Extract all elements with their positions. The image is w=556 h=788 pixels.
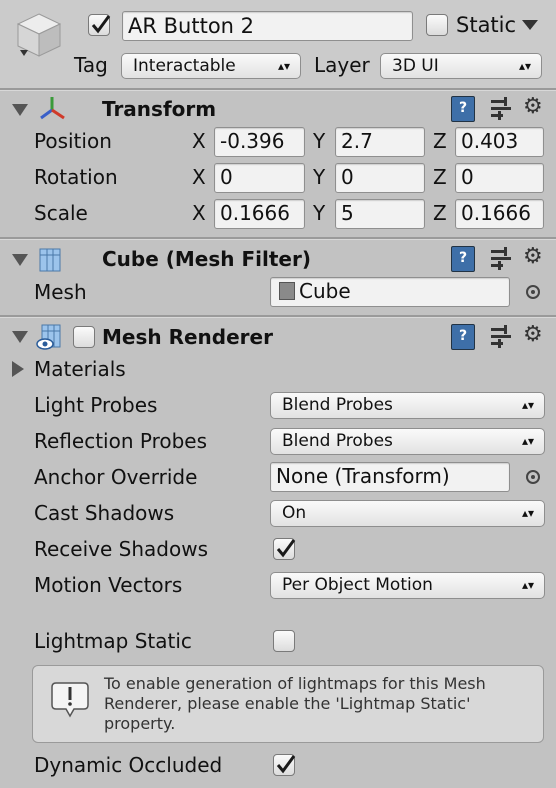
layer-label: Layer: [314, 53, 370, 77]
scale-x-field[interactable]: 0.1666: [214, 199, 305, 229]
object-name-input[interactable]: AR Button 2: [122, 11, 413, 41]
rotation-x-axis-label[interactable]: X: [192, 165, 206, 189]
scale-z-field[interactable]: 0.1666: [455, 199, 544, 229]
updown-arrow-icon: ▴▾: [518, 59, 531, 73]
help-text-line-2: Renderer, please enable the 'Lightmap St…: [104, 694, 471, 713]
updown-arrow-icon: ▴▾: [521, 506, 534, 520]
rotation-x-field[interactable]: 0: [214, 163, 305, 193]
lightmap-help-box: To enable generation of lightmaps for th…: [32, 665, 544, 743]
lightmap-static-label: Lightmap Static: [34, 629, 192, 653]
scale-z-axis-label[interactable]: Z: [433, 201, 447, 225]
updown-arrow-icon: ▴▾: [277, 59, 290, 73]
cast-shadows-label: Cast Shadows: [34, 501, 175, 525]
dynamic-occluded-checkbox[interactable]: [273, 754, 296, 776]
mesh-renderer-title: Mesh Renderer: [102, 325, 273, 349]
tag-value: Interactable: [133, 56, 236, 76]
divider: [0, 237, 556, 240]
divider: [0, 315, 556, 318]
mesh-renderer-icon: [36, 323, 66, 351]
layer-dropdown[interactable]: 3D UI ▴▾: [380, 53, 542, 79]
mesh-filter-title: Cube (Mesh Filter): [102, 247, 311, 271]
reflection-probes-dropdown[interactable]: Blend Probes ▴▾: [270, 428, 545, 455]
materials-foldout-arrow-icon[interactable]: [12, 361, 24, 377]
light-probes-value: Blend Probes: [282, 395, 393, 415]
position-x-field[interactable]: -0.396: [214, 127, 305, 157]
scale-label: Scale: [34, 201, 88, 225]
help-book-icon[interactable]: ?: [451, 246, 475, 272]
settings-gear-icon[interactable]: ⚙: [523, 94, 543, 120]
mesh-object-field[interactable]: Cube: [270, 277, 510, 307]
anchor-override-field[interactable]: None (Transform): [270, 462, 510, 492]
mesh-renderer-enabled-checkbox[interactable]: [73, 326, 95, 348]
settings-gear-icon[interactable]: ⚙: [523, 244, 543, 270]
rotation-y-axis-label[interactable]: Y: [313, 165, 325, 189]
position-z-axis-label[interactable]: Z: [433, 129, 447, 153]
preset-sliders-icon[interactable]: [489, 96, 513, 120]
help-book-icon[interactable]: ?: [451, 96, 475, 122]
tag-dropdown[interactable]: Interactable ▴▾: [121, 53, 301, 79]
position-x-axis-label[interactable]: X: [192, 129, 206, 153]
info-exclamation-icon: [48, 679, 92, 719]
preset-sliders-icon[interactable]: [489, 246, 513, 270]
position-y-axis-label[interactable]: Y: [313, 129, 325, 153]
position-label: Position: [34, 129, 112, 153]
receive-shadows-checkbox[interactable]: [273, 538, 296, 560]
cast-shadows-dropdown[interactable]: On ▴▾: [270, 500, 545, 527]
rotation-z-axis-label[interactable]: Z: [433, 165, 447, 189]
object-picker-icon[interactable]: [526, 470, 540, 484]
transform-axes-icon: [38, 94, 66, 122]
motion-vectors-dropdown[interactable]: Per Object Motion ▴▾: [270, 572, 545, 599]
reflection-probes-value: Blend Probes: [282, 431, 393, 451]
scale-y-field[interactable]: 5: [335, 199, 425, 229]
mesh-label: Mesh: [34, 280, 87, 304]
active-checkbox[interactable]: [88, 14, 111, 36]
static-label: Static: [456, 13, 517, 37]
rotation-z-field[interactable]: 0: [455, 163, 544, 193]
updown-arrow-icon: ▴▾: [521, 578, 534, 592]
divider: [0, 88, 556, 91]
help-book-icon[interactable]: ?: [451, 324, 475, 350]
help-text-line-3: property.: [104, 714, 176, 733]
gameobject-cube-icon: [16, 12, 62, 58]
light-probes-label: Light Probes: [34, 393, 158, 417]
cast-shadows-value: On: [282, 503, 307, 523]
scale-x-axis-label[interactable]: X: [192, 201, 206, 225]
static-checkbox[interactable]: [426, 14, 448, 36]
dynamic-occluded-label: Dynamic Occluded: [34, 753, 223, 777]
rotation-y-field[interactable]: 0: [335, 163, 425, 193]
motion-vectors-value: Per Object Motion: [282, 575, 433, 595]
tag-label: Tag: [74, 53, 108, 77]
settings-gear-icon[interactable]: ⚙: [523, 322, 543, 348]
mesh-filter-icon: [38, 247, 62, 273]
preset-sliders-icon[interactable]: [489, 324, 513, 348]
rotation-label: Rotation: [34, 165, 118, 189]
object-picker-icon[interactable]: [526, 285, 540, 299]
help-text-line-1: To enable generation of lightmaps for th…: [104, 674, 486, 693]
materials-label[interactable]: Materials: [34, 357, 126, 381]
mesh-renderer-foldout-arrow-icon[interactable]: [12, 331, 28, 343]
transform-foldout-arrow-icon[interactable]: [12, 104, 28, 116]
reflection-probes-label: Reflection Probes: [34, 429, 208, 453]
mesh-filter-foldout-arrow-icon[interactable]: [12, 254, 28, 266]
scale-y-axis-label[interactable]: Y: [313, 201, 325, 225]
static-dropdown-arrow-icon[interactable]: [522, 20, 538, 30]
motion-vectors-label: Motion Vectors: [34, 573, 183, 597]
light-probes-dropdown[interactable]: Blend Probes ▴▾: [270, 392, 545, 419]
lightmap-static-checkbox[interactable]: [273, 630, 295, 652]
position-z-field[interactable]: 0.403: [455, 127, 544, 157]
updown-arrow-icon: ▴▾: [521, 398, 534, 412]
transform-title: Transform: [102, 97, 217, 121]
receive-shadows-label: Receive Shadows: [34, 537, 208, 561]
updown-arrow-icon: ▴▾: [521, 434, 534, 448]
layer-value: 3D UI: [392, 56, 439, 76]
mesh-value: Cube: [299, 279, 351, 303]
position-y-field[interactable]: 2.7: [335, 127, 425, 157]
anchor-override-label: Anchor Override: [34, 465, 198, 489]
mesh-asset-icon: [279, 282, 295, 300]
